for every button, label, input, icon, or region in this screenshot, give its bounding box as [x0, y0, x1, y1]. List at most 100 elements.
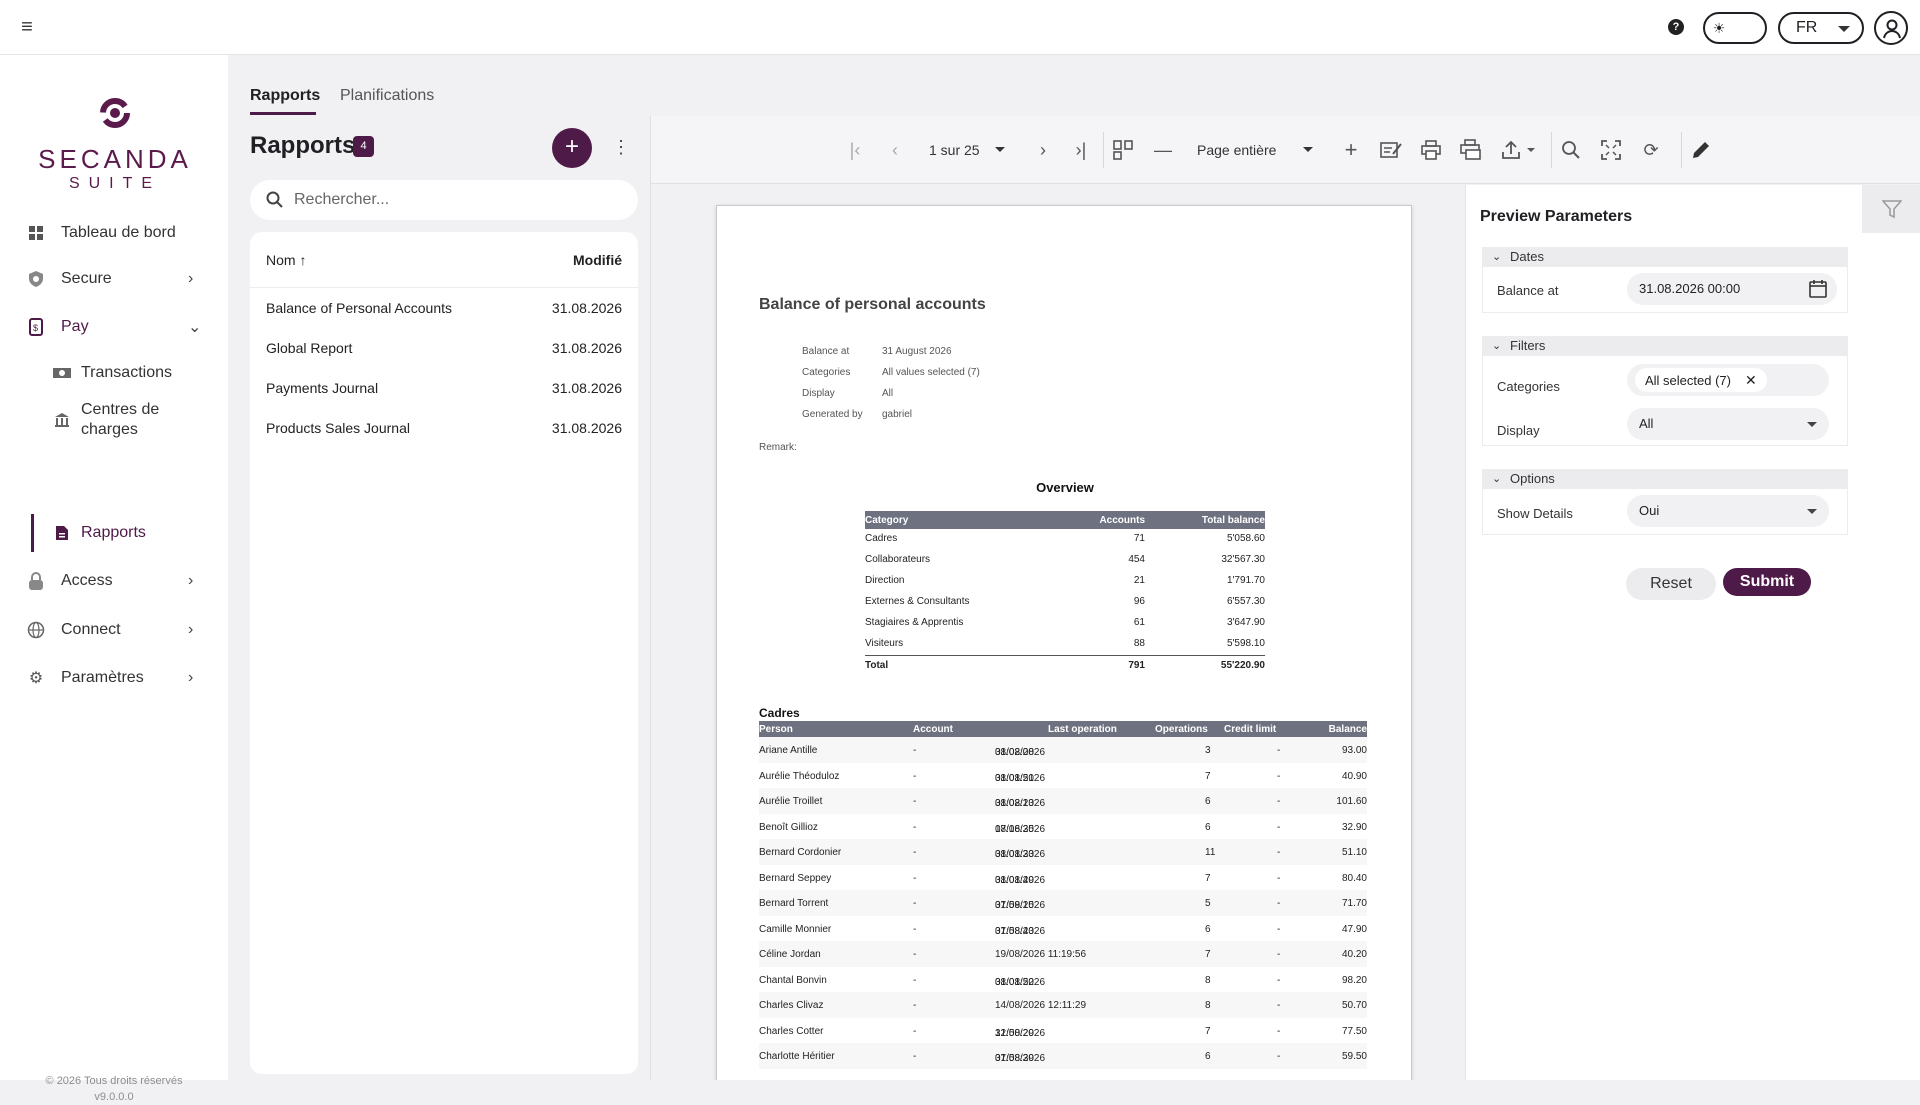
cell: 32.90: [1341, 821, 1367, 833]
sidebar-item-secure[interactable]: Secure ›: [0, 259, 228, 299]
first-page-icon[interactable]: |‹: [843, 138, 867, 162]
chevron-right-icon: ›: [188, 621, 194, 638]
sidebar-item-connect[interactable]: Connect ›: [0, 610, 228, 650]
cell: 5'058.60: [1226, 533, 1265, 544]
group-dates-header[interactable]: ⌄ Dates: [1482, 247, 1848, 267]
list-item[interactable]: Balance of Personal Accounts 31.08.2026: [250, 288, 638, 328]
show-details-select[interactable]: Oui: [1627, 495, 1829, 527]
report-name: Balance of Personal Accounts: [266, 300, 453, 316]
calendar-icon[interactable]: [1809, 279, 1827, 299]
sidebar-item-label: Tableau de bord: [61, 224, 176, 241]
group-filters-header[interactable]: ⌄ Filters: [1482, 336, 1848, 356]
help-icon[interactable]: ?: [1668, 19, 1684, 35]
list-item[interactable]: Global Report 31.08.2026: [250, 328, 638, 368]
time-part: 08:02:08: [995, 747, 1034, 758]
display-select[interactable]: All: [1627, 408, 1829, 440]
zoom-selector[interactable]: Page entière: [1187, 132, 1323, 168]
search-input[interactable]: [294, 188, 614, 212]
menu-icon[interactable]: ≡: [16, 16, 38, 38]
cell: -: [1277, 974, 1281, 986]
sidebar-item-cost-centers[interactable]: Centres de charges: [0, 396, 228, 444]
cell: 55'220.90: [1220, 660, 1265, 671]
theme-toggle[interactable]: ☀: [1703, 12, 1767, 44]
refresh-icon[interactable]: ⟳: [1639, 138, 1663, 162]
meta-row: Categories All values selected (7): [802, 367, 980, 378]
search-icon[interactable]: [1559, 138, 1583, 162]
zoom-value: Page entière: [1197, 142, 1277, 158]
meta-value: All: [882, 388, 894, 399]
column-modified-header[interactable]: Modifié: [573, 252, 622, 268]
filter-toggle-button[interactable]: [1862, 185, 1920, 233]
group-options-header[interactable]: ⌄ Options: [1482, 469, 1848, 489]
chevron-down-icon: ⌄: [1492, 473, 1502, 485]
cell: 96: [1133, 596, 1145, 607]
caret-down-icon: [1807, 422, 1817, 427]
print-icon[interactable]: [1419, 138, 1443, 162]
prev-page-icon[interactable]: ‹: [883, 138, 907, 162]
close-icon[interactable]: ✕: [1745, 372, 1757, 388]
report-title: Balance of personal accounts: [759, 296, 986, 313]
page-selector[interactable]: 1 sur 25: [915, 132, 1015, 168]
export-icon[interactable]: [1499, 138, 1539, 162]
fullscreen-icon[interactable]: [1599, 138, 1623, 162]
cell: 40.20: [1341, 949, 1367, 960]
report-viewer: |‹ ‹ 1 sur 25 › ›| — Page entière + ⟳ Ba…: [650, 116, 1920, 1080]
zoom-out-icon[interactable]: —: [1151, 138, 1175, 162]
sidebar-item-pay[interactable]: $ Pay ⌄: [0, 307, 228, 347]
sidebar-item-reports[interactable]: Rapports: [0, 513, 228, 553]
more-options-icon[interactable]: ⋮: [612, 138, 630, 156]
display-label: Display: [1497, 423, 1540, 438]
cell: 11: [1205, 847, 1216, 858]
cell: Direction: [865, 575, 905, 586]
pencil-icon[interactable]: [1689, 138, 1713, 162]
sidebar-item-access[interactable]: Access ›: [0, 561, 228, 601]
filter-icon: [1882, 200, 1902, 219]
cell: 3: [1205, 745, 1211, 756]
list-item[interactable]: Products Sales Journal 31.08.2026: [250, 408, 638, 448]
sidebar-item-transactions[interactable]: Transactions: [0, 353, 228, 393]
last-page-icon[interactable]: ›|: [1069, 138, 1093, 162]
group-title: Options: [1510, 471, 1555, 486]
report-date: 31.08.2026: [551, 380, 622, 396]
overview-table: Category Accounts Total balance Cadres 71…: [865, 511, 1265, 676]
cell: -: [913, 770, 917, 782]
group-options-body: Show Details Oui: [1482, 489, 1848, 535]
meta-key: Generated by: [802, 409, 863, 420]
submit-button[interactable]: Submit: [1723, 568, 1811, 596]
table-row: Céline Jordan - 19/08/2026 11:19:56 7 - 40.20: [759, 941, 1367, 967]
categories-field[interactable]: All selected (7) ✕: [1627, 364, 1829, 396]
search-box: [250, 180, 638, 220]
edit-form-icon[interactable]: [1379, 138, 1403, 162]
cell: 454: [1128, 554, 1145, 565]
reports-panel: Rapports 4 + ⋮ Nom ↑ Modifié Balance of …: [228, 116, 650, 1080]
account-button[interactable]: [1874, 11, 1908, 45]
print-pages-icon[interactable]: [1459, 138, 1483, 162]
cell: -: [1277, 872, 1281, 884]
table-row: Charles Cotter -31/08/2026 12:50:29 7-77.50: [759, 1018, 1367, 1044]
table-row: Chantal Bonvin -31/08/2026 08:01:52 8-98.20: [759, 967, 1367, 993]
language-select[interactable]: FR: [1778, 12, 1864, 44]
cell: Céline Jordan: [759, 949, 821, 960]
sidebar-item-dashboard[interactable]: Tableau de bord: [0, 213, 228, 253]
tab-reports[interactable]: Rapports: [250, 87, 320, 105]
tab-schedules[interactable]: Planifications: [340, 87, 434, 105]
cell: 47.90: [1341, 923, 1367, 935]
list-item[interactable]: Payments Journal 31.08.2026: [250, 368, 638, 408]
column-name-header[interactable]: Nom ↑: [266, 252, 306, 268]
chevron-right-icon: ›: [188, 669, 194, 686]
cell: -: [913, 1025, 917, 1037]
zoom-in-icon[interactable]: +: [1339, 137, 1363, 162]
cell: -: [1277, 949, 1281, 960]
panel-title: Preview Parameters: [1480, 208, 1633, 225]
balance-at-field[interactable]: 31.08.2026 00:00: [1627, 273, 1837, 305]
reset-button[interactable]: Reset: [1626, 568, 1716, 600]
sidebar-item-settings[interactable]: ⚙ Paramètres ›: [0, 658, 228, 698]
time-part: 07:58:43: [995, 925, 1034, 937]
next-page-icon[interactable]: ›: [1031, 138, 1055, 162]
add-report-button[interactable]: +: [552, 128, 592, 168]
document-area[interactable]: Balance of personal accounts Balance at 3…: [651, 185, 1465, 1080]
chevron-right-icon: ›: [188, 270, 194, 287]
multi-page-icon[interactable]: [1111, 138, 1135, 162]
time-part: 07:16:35: [995, 823, 1034, 835]
header-cell: Accounts: [1099, 515, 1145, 526]
